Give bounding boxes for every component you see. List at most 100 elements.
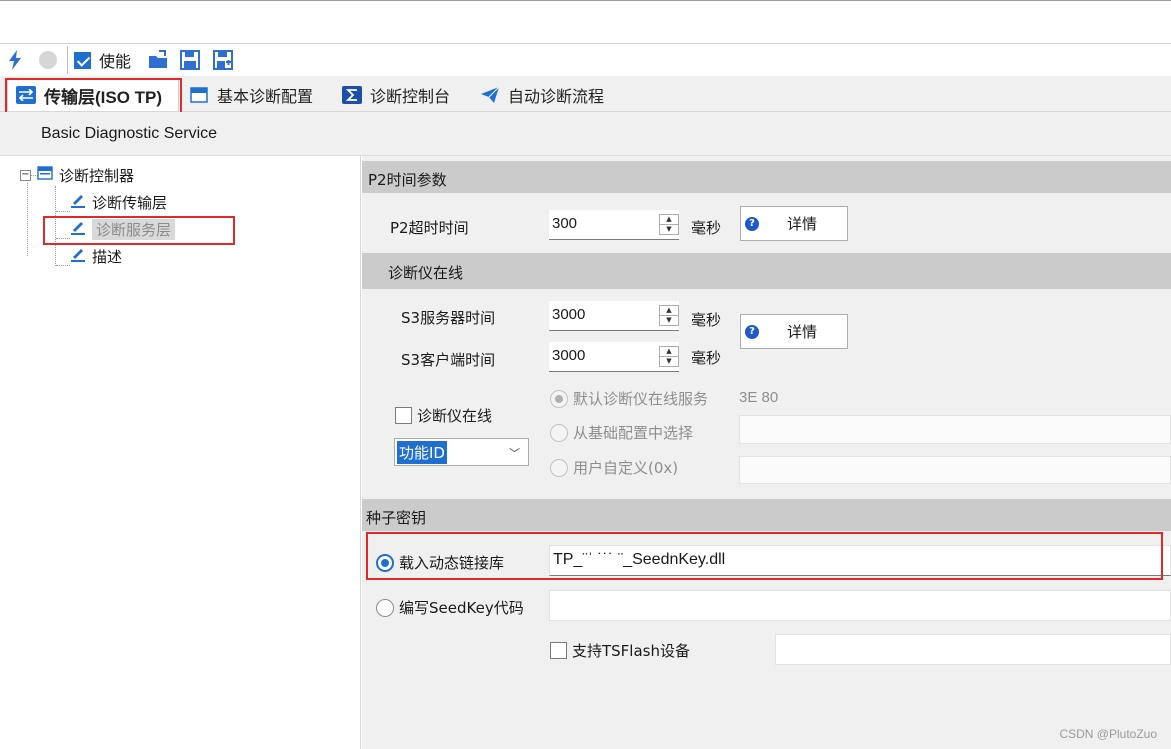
p2-unit-label: 毫秒 <box>691 219 722 237</box>
tab-transport-layer[interactable]: 传输层(ISO TP) <box>7 78 179 111</box>
details-label: 详情 <box>787 323 818 341</box>
chevron-down-icon: ﹀ <box>509 447 520 460</box>
section-title: 种子密钥 <box>366 509 427 527</box>
connect-lightning-icon[interactable] <box>8 49 22 71</box>
func-id-select[interactable]: 功能ID ﹀ <box>394 438 529 466</box>
watermark: CSDN @PlutoZuo <box>1059 727 1157 741</box>
swap-arrows-icon <box>16 86 36 104</box>
tab-label: 传输层(ISO TP) <box>44 87 163 107</box>
seed-section-header: 种子密钥 <box>362 499 1171 531</box>
spin-up-icon[interactable]: ▲ <box>660 347 678 357</box>
help-icon: ? <box>745 324 759 339</box>
p2-details-button[interactable]: ? 详情 <box>740 206 848 241</box>
tree-node-diag-transport[interactable]: 诊断传输层 <box>70 191 167 213</box>
tab-label: 基本诊断配置 <box>217 86 314 106</box>
section-title: 诊断仪在线 <box>388 264 464 282</box>
window-icon <box>189 86 209 104</box>
opt-dll-radio[interactable]: 载入动态链接库 <box>376 552 504 573</box>
edit-pencil-icon <box>70 219 86 239</box>
tab-basic-diag-config[interactable]: 基本诊断配置 <box>181 78 321 111</box>
tester-online-label: 诊断仪在线 <box>417 407 493 425</box>
opt-code-radio[interactable]: 编写SeedKey代码 <box>376 597 524 618</box>
tab-auto-diag-flow[interactable]: 自动诊断流程 <box>472 78 612 111</box>
tree-line <box>56 238 70 239</box>
tester-online-checkbox[interactable] <box>395 407 412 424</box>
controller-window-icon <box>37 166 53 184</box>
s3-client-value[interactable]: 3000 <box>549 342 659 371</box>
enable-label: 使能 <box>99 52 132 71</box>
tree-node-description[interactable]: 描述 <box>70 245 122 267</box>
radio-icon[interactable] <box>376 553 394 572</box>
details-label: 详情 <box>787 215 818 233</box>
spin-down-icon[interactable]: ▼ <box>660 316 678 325</box>
tree-line <box>56 211 70 212</box>
settings-panel: P2时间参数 P2超时时间 300 ▲ ▼ 毫秒 ? 详情 诊断仪在线 S3服务器… <box>362 156 1171 749</box>
tsflash-toggle[interactable]: 支持TSFlash设备 <box>550 640 690 661</box>
s3-server-unit: 毫秒 <box>691 311 722 329</box>
service-title: Basic Diagnostic Service <box>41 125 218 142</box>
s3-server-spinner[interactable]: 3000 ▲ ▼ <box>549 301 679 331</box>
service-header: Basic Diagnostic Service <box>0 112 1171 156</box>
p2-timeout-value[interactable]: 300 <box>549 210 659 239</box>
spin-down-icon[interactable]: ▼ <box>660 225 678 234</box>
radio-icon[interactable] <box>550 389 568 408</box>
controller-tree: − 诊断控制器 诊断传输层 诊断服务层 描述 <box>0 156 361 749</box>
paper-plane-icon <box>480 86 500 104</box>
collapse-minus-icon[interactable]: − <box>20 169 31 181</box>
seedkey-code-field[interactable] <box>549 590 1171 621</box>
enable-toggle[interactable]: 使能 <box>74 49 131 71</box>
radio-icon[interactable] <box>550 423 568 442</box>
dll-path-value: TP_¨ˈ ˙˙˙ ¨_SeednKey.dll <box>553 551 726 568</box>
opt-default-value: 3E 80 <box>739 389 779 406</box>
help-icon: ? <box>745 216 759 231</box>
tree-label: 诊断服务层 <box>92 218 176 240</box>
tsflash-checkbox[interactable] <box>550 642 567 659</box>
sigma-icon <box>342 85 362 104</box>
stop-circle-icon[interactable] <box>38 49 58 71</box>
opt-default-radio[interactable]: 默认诊断仪在线服务 <box>550 388 721 409</box>
s3-server-label: S3服务器时间 <box>401 309 496 327</box>
base-config-field[interactable] <box>739 415 1171 444</box>
tab-label: 自动诊断流程 <box>508 86 605 106</box>
opt-custom-label: 用户自定义(0x) <box>573 459 679 477</box>
tree-line <box>27 183 28 256</box>
spin-down-icon[interactable]: ▼ <box>660 357 678 366</box>
tsflash-field[interactable] <box>775 634 1171 665</box>
save-icon[interactable] <box>180 49 200 71</box>
opt-base-radio[interactable]: 从基础配置中选择 <box>550 422 693 443</box>
save-as-icon[interactable] <box>213 49 233 71</box>
enable-checkbox[interactable] <box>74 51 91 69</box>
s3-client-spinner[interactable]: 3000 ▲ ▼ <box>549 342 679 372</box>
tree-node-controller[interactable]: − 诊断控制器 <box>20 164 134 186</box>
tab-bar: 传输层(ISO TP) 基本诊断配置 诊断控制台 自动诊断流程 <box>0 76 1171 112</box>
custom-id-field[interactable] <box>739 456 1171 484</box>
tree-line <box>55 186 56 266</box>
tab-label: 诊断控制台 <box>370 86 451 106</box>
toolbar: 使能 <box>0 44 1171 76</box>
open-folder-icon[interactable] <box>148 49 170 71</box>
s3-details-button[interactable]: ? 详情 <box>740 314 848 349</box>
radio-icon[interactable] <box>550 458 568 477</box>
tester-section-header: 诊断仪在线 <box>362 253 1171 289</box>
edit-pencil-icon <box>70 192 86 212</box>
tree-label: 描述 <box>92 247 123 266</box>
tab-diag-console[interactable]: 诊断控制台 <box>334 78 458 111</box>
tree-label: 诊断传输层 <box>92 193 168 212</box>
tsflash-label: 支持TSFlash设备 <box>572 642 690 660</box>
edit-pencil-icon <box>70 246 86 266</box>
opt-dll-label: 载入动态链接库 <box>399 554 505 572</box>
s3-server-value[interactable]: 3000 <box>549 301 659 330</box>
spin-up-icon[interactable]: ▲ <box>660 215 678 225</box>
spin-up-icon[interactable]: ▲ <box>660 306 678 316</box>
p2-timeout-spinner[interactable]: 300 ▲ ▼ <box>549 210 679 240</box>
p2-section-header: P2时间参数 <box>362 161 1171 193</box>
opt-default-label: 默认诊断仪在线服务 <box>573 390 709 408</box>
tree-node-diag-service[interactable]: 诊断服务层 <box>70 218 176 240</box>
p2-timeout-label: P2超时时间 <box>390 219 469 237</box>
dll-path-field[interactable]: TP_¨ˈ ˙˙˙ ¨_SeednKey.dll <box>549 545 1171 576</box>
tester-online-toggle[interactable]: 诊断仪在线 <box>395 405 492 426</box>
tree-label: 诊断控制器 <box>59 166 135 185</box>
radio-icon[interactable] <box>376 598 394 617</box>
s3-client-label: S3客户端时间 <box>401 351 496 369</box>
opt-custom-radio[interactable]: 用户自定义(0x) <box>550 457 678 478</box>
